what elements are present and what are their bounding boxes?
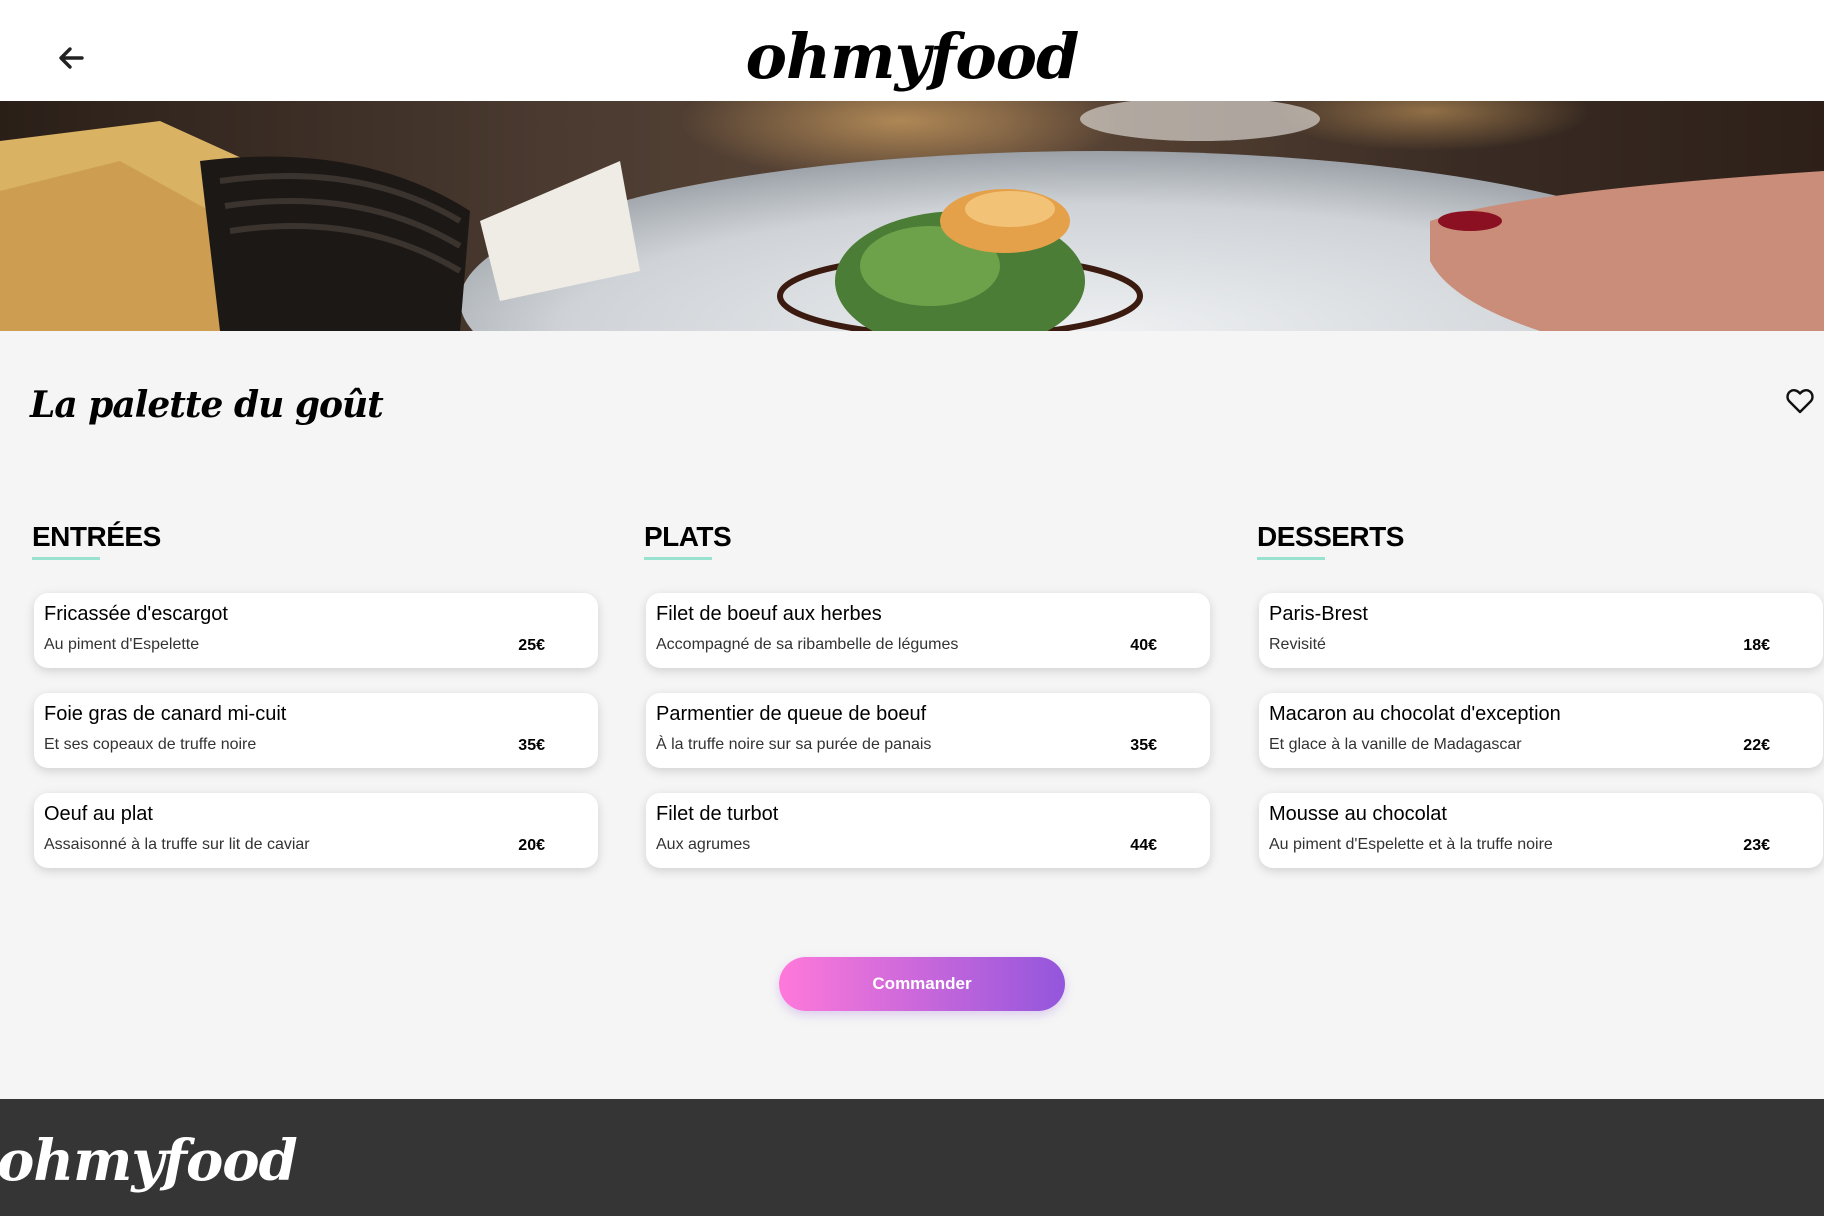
dish-description: Assaisonné à la truffe sur lit de caviar	[44, 836, 310, 853]
dish-price: 25€	[518, 637, 545, 654]
hero-banner-image	[0, 101, 1824, 331]
dish-name: Parmentier de queue de boeuf	[656, 703, 927, 725]
footer-logo[interactable]: ohmyfood	[0, 1121, 298, 1201]
menu-section-entrees: ENTRÉES Fricassée d'escargot Au piment d…	[32, 520, 598, 868]
dish-price: 20€	[518, 837, 545, 854]
like-button[interactable]	[1786, 388, 1814, 414]
dish-name: Mousse au chocolat	[1269, 803, 1447, 825]
menu-section-plats: PLATS Filet de boeuf aux herbes Accompag…	[644, 520, 1210, 868]
dish-description: Accompagné de sa ribambelle de légumes	[656, 636, 959, 653]
dish-name: Fricassée d'escargot	[44, 603, 228, 625]
dish-card[interactable]: Filet de boeuf aux herbes Accompagné de …	[646, 593, 1210, 668]
order-button[interactable]: Commander	[779, 957, 1065, 1011]
dish-description: Au piment d'Espelette	[44, 636, 200, 653]
dish-name: Oeuf au plat	[44, 803, 153, 825]
dish-price: 40€	[1130, 637, 1157, 654]
dish-name: Foie gras de canard mi-cuit	[44, 703, 287, 725]
menu-section-desserts: DESSERTS Paris-Brest Revisité 18€ Macaro…	[1257, 520, 1823, 868]
dish-description: Au piment d'Espelette et à la truffe noi…	[1269, 836, 1553, 853]
dish-description: Et ses copeaux de truffe noire	[44, 736, 257, 753]
dish-card[interactable]: Foie gras de canard mi-cuit Et ses copea…	[34, 693, 598, 768]
dish-card[interactable]: Mousse au chocolat Au piment d'Espelette…	[1259, 793, 1823, 868]
dish-name: Filet de turbot	[656, 803, 779, 825]
dish-price: 23€	[1743, 837, 1770, 854]
dish-price: 18€	[1743, 637, 1770, 654]
dish-price: 22€	[1743, 737, 1770, 754]
site-footer: ohmyfood	[0, 1099, 1824, 1216]
dish-description: Aux agrumes	[656, 836, 751, 853]
dish-price: 35€	[1130, 737, 1157, 754]
dish-card[interactable]: Macaron au chocolat d'exception Et glace…	[1259, 693, 1823, 768]
dish-description: Et glace à la vanille de Madagascar	[1269, 736, 1522, 753]
dish-card[interactable]: Paris-Brest Revisité 18€	[1259, 593, 1823, 668]
dish-card[interactable]: Filet de turbot Aux agrumes 44€	[646, 793, 1210, 868]
dish-description: Revisité	[1269, 636, 1326, 653]
dish-name: Macaron au chocolat d'exception	[1269, 703, 1561, 725]
dish-price: 35€	[518, 737, 545, 754]
dish-card[interactable]: Fricassée d'escargot Au piment d'Espelet…	[34, 593, 598, 668]
section-title: ENTRÉES	[32, 520, 598, 560]
section-title: DESSERTS	[1257, 520, 1823, 560]
restaurant-title: La palette du goût	[30, 384, 384, 426]
dish-description: À la truffe noire sur sa purée de panais	[656, 736, 932, 753]
section-title: PLATS	[644, 520, 1210, 560]
site-logo[interactable]: ohmyfood	[0, 12, 1824, 102]
dish-price: 44€	[1130, 837, 1157, 854]
dish-name: Paris-Brest	[1269, 603, 1368, 625]
heart-outline-icon	[1786, 389, 1814, 414]
dish-name: Filet de boeuf aux herbes	[656, 603, 882, 625]
site-header: ohmyfood	[0, 0, 1824, 101]
dish-card[interactable]: Oeuf au plat Assaisonné à la truffe sur …	[34, 793, 598, 868]
dish-card[interactable]: Parmentier de queue de boeuf À la truffe…	[646, 693, 1210, 768]
